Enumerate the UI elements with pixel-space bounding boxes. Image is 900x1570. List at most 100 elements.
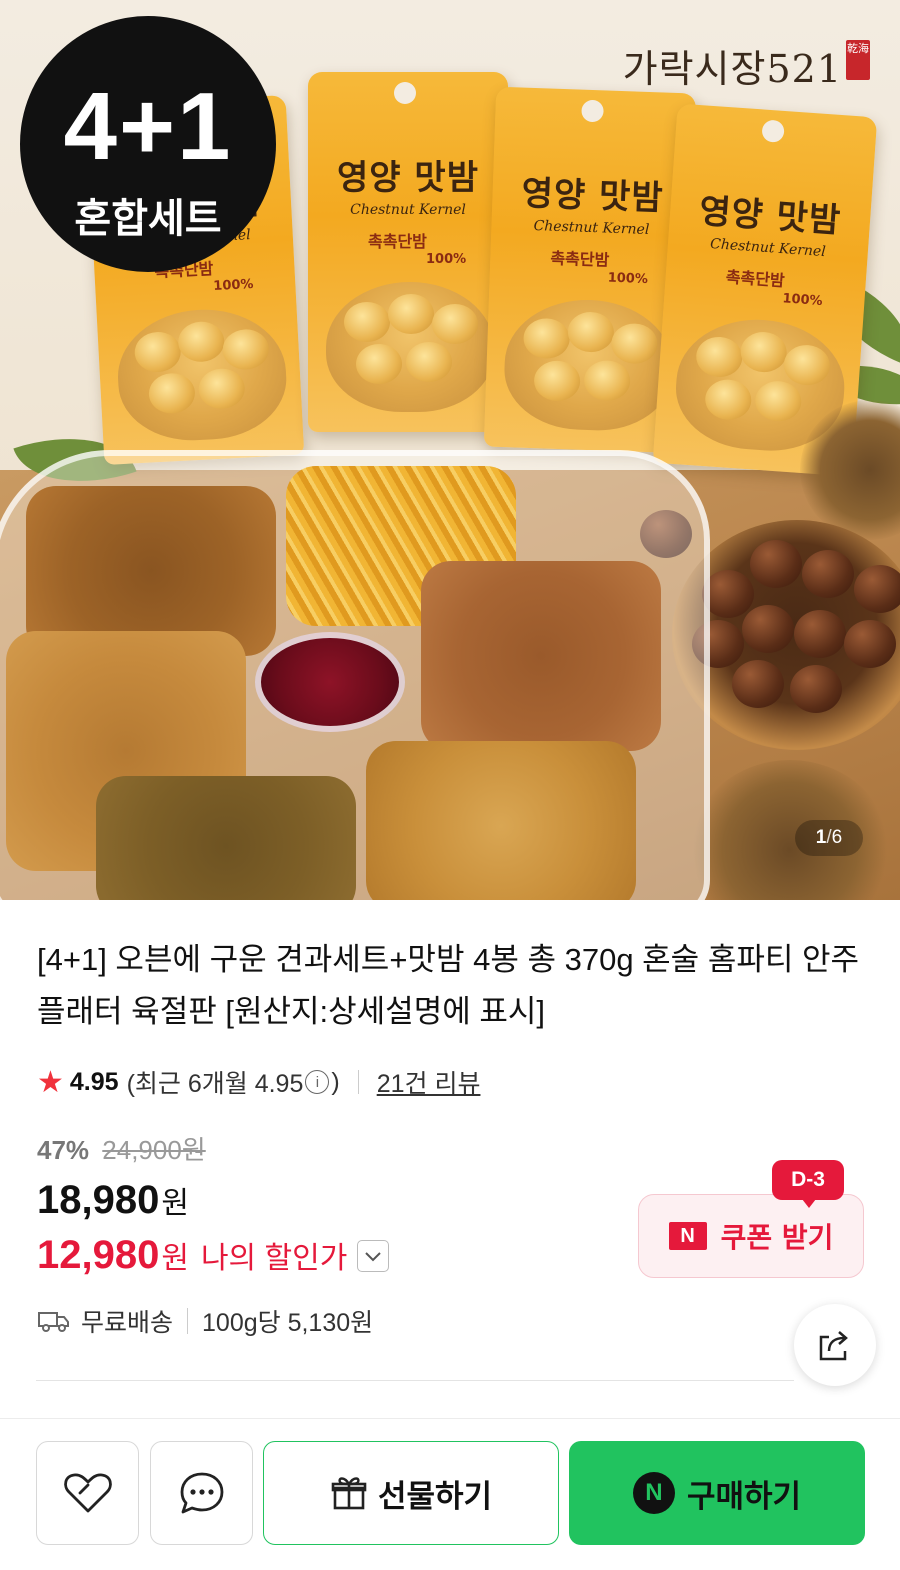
pouch-tag: 촉촉단밤 <box>725 267 786 291</box>
original-price: 24,900원 <box>102 1135 206 1165</box>
sale-price-unit: 원 <box>161 1187 189 1220</box>
promo-badge-label: 혼합세트 <box>74 196 222 242</box>
dday-badge: D-3 <box>772 1160 844 1208</box>
divider <box>357 1070 359 1094</box>
star-icon: ★ <box>37 1065 64 1099</box>
buy-button[interactable]: N 구매하기 <box>569 1441 865 1545</box>
product-title: [4+1] 오븐에 구운 견과세트+맛밤 4봉 총 370g 혼술 홈파티 안주… <box>37 942 860 1029</box>
pouch-bowl <box>114 305 290 445</box>
chestnut <box>844 620 896 668</box>
chestnut <box>750 540 802 588</box>
chestnut-kernel <box>432 304 478 344</box>
pouch-percent: 100% <box>607 270 649 288</box>
chestnut-kernel <box>356 344 402 384</box>
pouch-percent: 100% <box>212 276 254 295</box>
discount-row: 47% 24,900원 <box>37 1130 206 1167</box>
chestnut-kernel <box>147 372 196 415</box>
chestnut <box>790 665 842 713</box>
info-icon[interactable]: i <box>305 1070 330 1094</box>
brand-seal: 乾海 <box>846 40 870 80</box>
seaweed-snack-section <box>96 776 356 900</box>
chestnut-kernel <box>782 343 832 387</box>
chestnut-kernel <box>567 311 615 353</box>
cranberry-cup <box>255 632 405 732</box>
pouch-percent: 100% <box>781 291 824 310</box>
my-price-label: 나의 할인가 <box>200 1242 348 1275</box>
rating-recent-prefix: (최근 6개월 4.95 <box>126 1070 304 1098</box>
chestnut-pouch: 영양 맛밤 Chestnut Kernel 촉촉단밤 100% <box>308 72 508 432</box>
discount-percent: 47% <box>37 1135 90 1165</box>
image-counter: 1/6 <box>795 820 863 856</box>
sale-price-amount: 18,980 <box>37 1178 160 1222</box>
naver-pay-icon: N <box>632 1472 675 1514</box>
pouch-bowl <box>502 297 675 433</box>
chestnut-kernel <box>406 342 452 382</box>
divider <box>36 1380 794 1381</box>
chestnut-kernel <box>703 378 753 422</box>
chat-bubble-icon <box>180 1472 223 1514</box>
my-discount-price[interactable]: 12,980 원 나의 할인가 <box>37 1233 390 1278</box>
chestnut-kernel <box>583 359 631 402</box>
chestnut <box>802 550 854 598</box>
divider <box>0 1418 900 1419</box>
rating-score: 4.95 <box>69 1067 119 1096</box>
my-price-unit: 원 <box>161 1242 189 1275</box>
chestnut-kernel <box>177 320 226 363</box>
talk-button[interactable] <box>150 1441 253 1545</box>
rating-recent-suffix: ) <box>331 1067 340 1096</box>
chestnut-kernel <box>197 367 246 410</box>
share-button[interactable] <box>794 1304 876 1386</box>
unit-price: 100g당 5,130원 <box>202 1309 374 1337</box>
chestnut-kernel <box>694 335 744 379</box>
gift-label: 선물하기 <box>377 1478 493 1515</box>
chestnut-kernel <box>533 360 581 402</box>
chestnut <box>794 610 846 658</box>
almond-section <box>421 561 661 751</box>
peanut-section <box>366 741 636 900</box>
chestnut-kernel <box>133 330 182 374</box>
pouch-bowl <box>326 282 494 412</box>
chestnut-kernel <box>739 330 789 374</box>
pouch-percent: 100% <box>426 252 467 267</box>
divider <box>187 1308 189 1334</box>
chestnut <box>854 565 900 613</box>
share-icon <box>819 1331 848 1361</box>
pouch-subtitle: Chestnut Kernel <box>350 202 466 218</box>
truck-icon <box>37 1308 71 1334</box>
chestnut-kernel <box>344 302 390 342</box>
wishlist-button[interactable] <box>36 1441 139 1545</box>
pouch-title: 영양 맛밤 <box>337 158 479 198</box>
rating-row: ★ 4.95 (최근 6개월 4.95 i ) 21건 리뷰 <box>37 1064 480 1100</box>
pouch-tag: 촉촉단밤 <box>368 232 427 251</box>
pouch-tag: 촉촉단밤 <box>550 248 610 270</box>
review-count-link[interactable]: 21건 리뷰 <box>377 1064 481 1100</box>
product-image[interactable]: 가락시장521 乾海 영양 맛밤 Chestnut Kernel 촉촉단밤 10… <box>0 0 900 900</box>
image-counter-total: 6 <box>831 827 843 848</box>
promo-badge-count: 4+1 <box>63 73 233 180</box>
heart-icon <box>63 1473 112 1513</box>
pouch-subtitle: Chestnut Kernel <box>533 218 650 239</box>
shipping-row: 무료배송 100g당 5,130원 <box>37 1303 373 1339</box>
gift-button[interactable]: 선물하기 <box>263 1441 559 1545</box>
coupon-button[interactable]: N 쿠폰 받기 <box>638 1194 864 1278</box>
brand-logo: 가락시장521 <box>622 47 842 91</box>
naver-n-icon: N <box>668 1222 707 1250</box>
promo-badge: 4+1 혼합세트 <box>20 16 276 272</box>
gift-icon <box>331 1477 367 1510</box>
chestnut-kernel <box>388 294 434 334</box>
chestnut-kernel <box>610 322 659 365</box>
pouch-title: 영양 맛밤 <box>520 173 665 219</box>
sale-price: 18,980원 <box>37 1178 189 1223</box>
image-counter-current: 1 <box>815 827 827 848</box>
my-price-amount: 12,980 <box>37 1233 160 1277</box>
chestnut-kernel <box>753 379 803 423</box>
buy-label: 구매하기 <box>686 1478 802 1515</box>
coupon-label: 쿠폰 받기 <box>720 1221 834 1254</box>
image-counter-separator: / <box>826 827 832 848</box>
chestnut <box>742 605 794 653</box>
chevron-down-icon[interactable] <box>357 1239 390 1272</box>
chestnut-kernel <box>522 317 571 360</box>
chestnut-kernel <box>221 328 270 371</box>
shipping-label: 무료배송 <box>81 1309 174 1337</box>
chestnut <box>732 660 784 708</box>
